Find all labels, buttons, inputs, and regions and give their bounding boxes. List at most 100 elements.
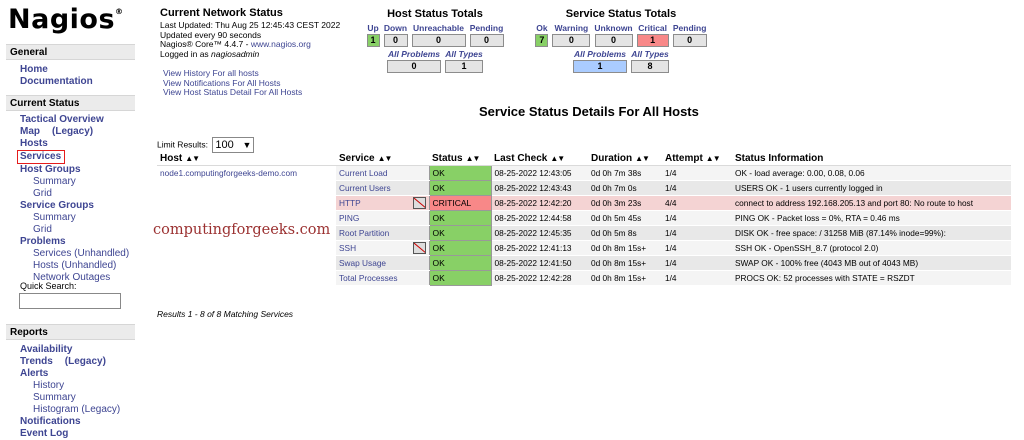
nav-event-log[interactable]: Event Log [0,428,146,440]
svc-unknown-label[interactable]: Unknown [594,23,632,33]
host-pending-count[interactable]: 0 [469,34,504,47]
host-totals-row: Up 1 Down 0 Unreachable 0 Pending 0 [366,23,504,47]
service-link[interactable]: Total Processes [339,273,398,283]
last-check-cell: 08-25-2022 12:42:20 [491,195,588,211]
attempt-cell: 1/4 [662,180,732,196]
svc-pending-label[interactable]: Pending [673,23,707,33]
nav-documentation[interactable]: Documentation [0,76,146,88]
svc-all-types-count[interactable]: 8 [631,60,669,73]
nav-map[interactable]: Map [20,126,40,137]
service-link[interactable]: Root Partition [339,228,389,238]
nav-host-groups-summary[interactable]: Summary [0,176,146,188]
notifications-disabled-icon[interactable] [412,196,426,209]
svc-all-types-label[interactable]: All Types [631,49,668,59]
table-row: Current Users OK 08-25-2022 12:43:43 0d … [157,179,1011,196]
nav-tactical-overview[interactable]: Tactical Overview [0,114,146,126]
status-info-cell: OK - load average: 0.00, 0.08, 0.06 [732,165,1011,181]
nav-host-groups[interactable]: Host Groups [0,164,146,176]
nav-host-groups-grid[interactable]: Grid [0,188,146,200]
nav-service-groups[interactable]: Service Groups [0,200,146,212]
network-status-title: Current Network Status [160,7,283,19]
sort-arrows-icon[interactable]: ▲▼ [635,154,650,163]
host-all-types-label[interactable]: All Types [445,49,482,59]
nav-service-groups-grid[interactable]: Grid [0,224,146,236]
duration-cell: 0d 0h 8m 15s+ [588,240,662,256]
nagios-logo[interactable]: Nagios® [8,4,124,35]
service-cell: PING [336,210,429,226]
nav-problem-services-unhandled[interactable]: (Unhandled) [74,248,129,259]
col-duration[interactable]: Duration ▲▼ [588,153,662,166]
service-link[interactable]: HTTP [339,198,361,208]
nav-services[interactable]: Services [17,150,66,164]
nav-hosts[interactable]: Hosts [0,138,146,150]
service-problems-row: All Problems 1 All Types 8 [535,49,707,73]
quick-search-input[interactable] [19,293,121,309]
host-all-problems-label[interactable]: All Problems [388,49,440,59]
host-all-problems-count[interactable]: 0 [387,60,441,73]
logged-in: Logged in as nagiosadmin [160,48,260,59]
svc-all-problems-label[interactable]: All Problems [574,49,626,59]
col-host[interactable]: Host ▲▼ [157,153,336,166]
nav-notifications[interactable]: Notifications [0,416,146,428]
nav-problem-services[interactable]: Services [33,248,71,259]
col-status[interactable]: Status ▲▼ [429,153,491,166]
nav-alerts[interactable]: Alerts [0,368,146,380]
svc-unknown-count[interactable]: 0 [594,34,633,47]
nav-problem-hosts[interactable]: Hosts [33,260,59,271]
sort-arrows-icon[interactable]: ▲▼ [378,154,393,163]
view-host-status-link[interactable]: View Host Status Detail For All Hosts [163,87,302,98]
host-link[interactable]: node1.computingforgeeks-demo.com [160,168,297,178]
status-info-cell: PING OK - Packet loss = 0%, RTA = 0.46 m… [732,210,1011,226]
nav-alerts-histogram[interactable]: Histogram (Legacy) [0,404,146,416]
svc-critical-label[interactable]: Critical [638,23,667,33]
svc-critical-count[interactable]: 1 [636,34,669,47]
host-pending-label[interactable]: Pending [470,23,504,33]
table-row: SSH OK 08-25-2022 12:41:13 0d 0h 8m 15s+… [157,239,1011,256]
last-check-cell: 08-25-2022 12:43:05 [491,165,588,181]
duration-cell: 0d 0h 8m 15s+ [588,255,662,271]
nav-alerts-summary[interactable]: Summary [0,392,146,404]
host-down-count[interactable]: 0 [383,34,408,47]
nav-map-legacy[interactable]: (Legacy) [40,126,93,137]
col-last-check[interactable]: Last Check ▲▼ [491,153,588,166]
nav-problems: Problems [20,236,66,247]
svc-all-problems-count[interactable]: 1 [573,60,627,73]
limit-results-select[interactable]: 100 ▼ [212,137,255,153]
nav-alerts-history[interactable]: History [0,380,146,392]
col-status-information: Status Information [732,153,1011,166]
service-link[interactable]: Current Load [339,168,387,178]
svc-warning-count[interactable]: 0 [552,34,591,47]
col-attempt[interactable]: Attempt ▲▼ [662,153,732,166]
col-service[interactable]: Service ▲▼ [336,153,429,166]
sort-arrows-icon[interactable]: ▲▼ [706,154,721,163]
host-down-label[interactable]: Down [384,23,407,33]
sort-arrows-icon[interactable]: ▲▼ [466,154,481,163]
svc-pending-count[interactable]: 0 [672,34,707,47]
host-up-count[interactable]: 1 [366,34,380,47]
service-link[interactable]: Swap Usage [339,258,386,268]
nav-trends[interactable]: Trends [20,356,53,367]
nagios-org-link[interactable]: www.nagios.org [251,39,311,49]
host-up-label[interactable]: Up [367,23,378,33]
nav-availability[interactable]: Availability [0,344,146,356]
sort-arrows-icon[interactable]: ▲▼ [185,154,200,163]
nav-home[interactable]: Home [0,64,146,76]
svc-ok-label[interactable]: Ok [536,23,547,33]
nav-heading-current-status: Current Status [6,95,135,111]
nav-service-groups-summary[interactable]: Summary [0,212,146,224]
results-count: Results 1 - 8 of 8 Matching Services [157,309,294,319]
notifications-disabled-icon[interactable] [412,241,426,254]
host-unreachable-label[interactable]: Unreachable [413,23,464,33]
svc-ok-count[interactable]: 7 [535,34,549,47]
status-info-cell: connect to address 192.168.205.13 and po… [732,195,1011,211]
service-link[interactable]: Current Users [339,183,391,193]
sort-arrows-icon[interactable]: ▲▼ [550,154,565,163]
service-link[interactable]: SSH [339,243,356,253]
quick-search-label: Quick Search: [20,281,77,291]
host-all-types-count[interactable]: 1 [445,60,483,73]
host-unreachable-count[interactable]: 0 [411,34,466,47]
svc-warning-label[interactable]: Warning [555,23,589,33]
nav-problem-hosts-unhandled[interactable]: (Unhandled) [61,260,116,271]
nav-trends-legacy[interactable]: (Legacy) [53,356,106,367]
service-link[interactable]: PING [339,213,359,223]
